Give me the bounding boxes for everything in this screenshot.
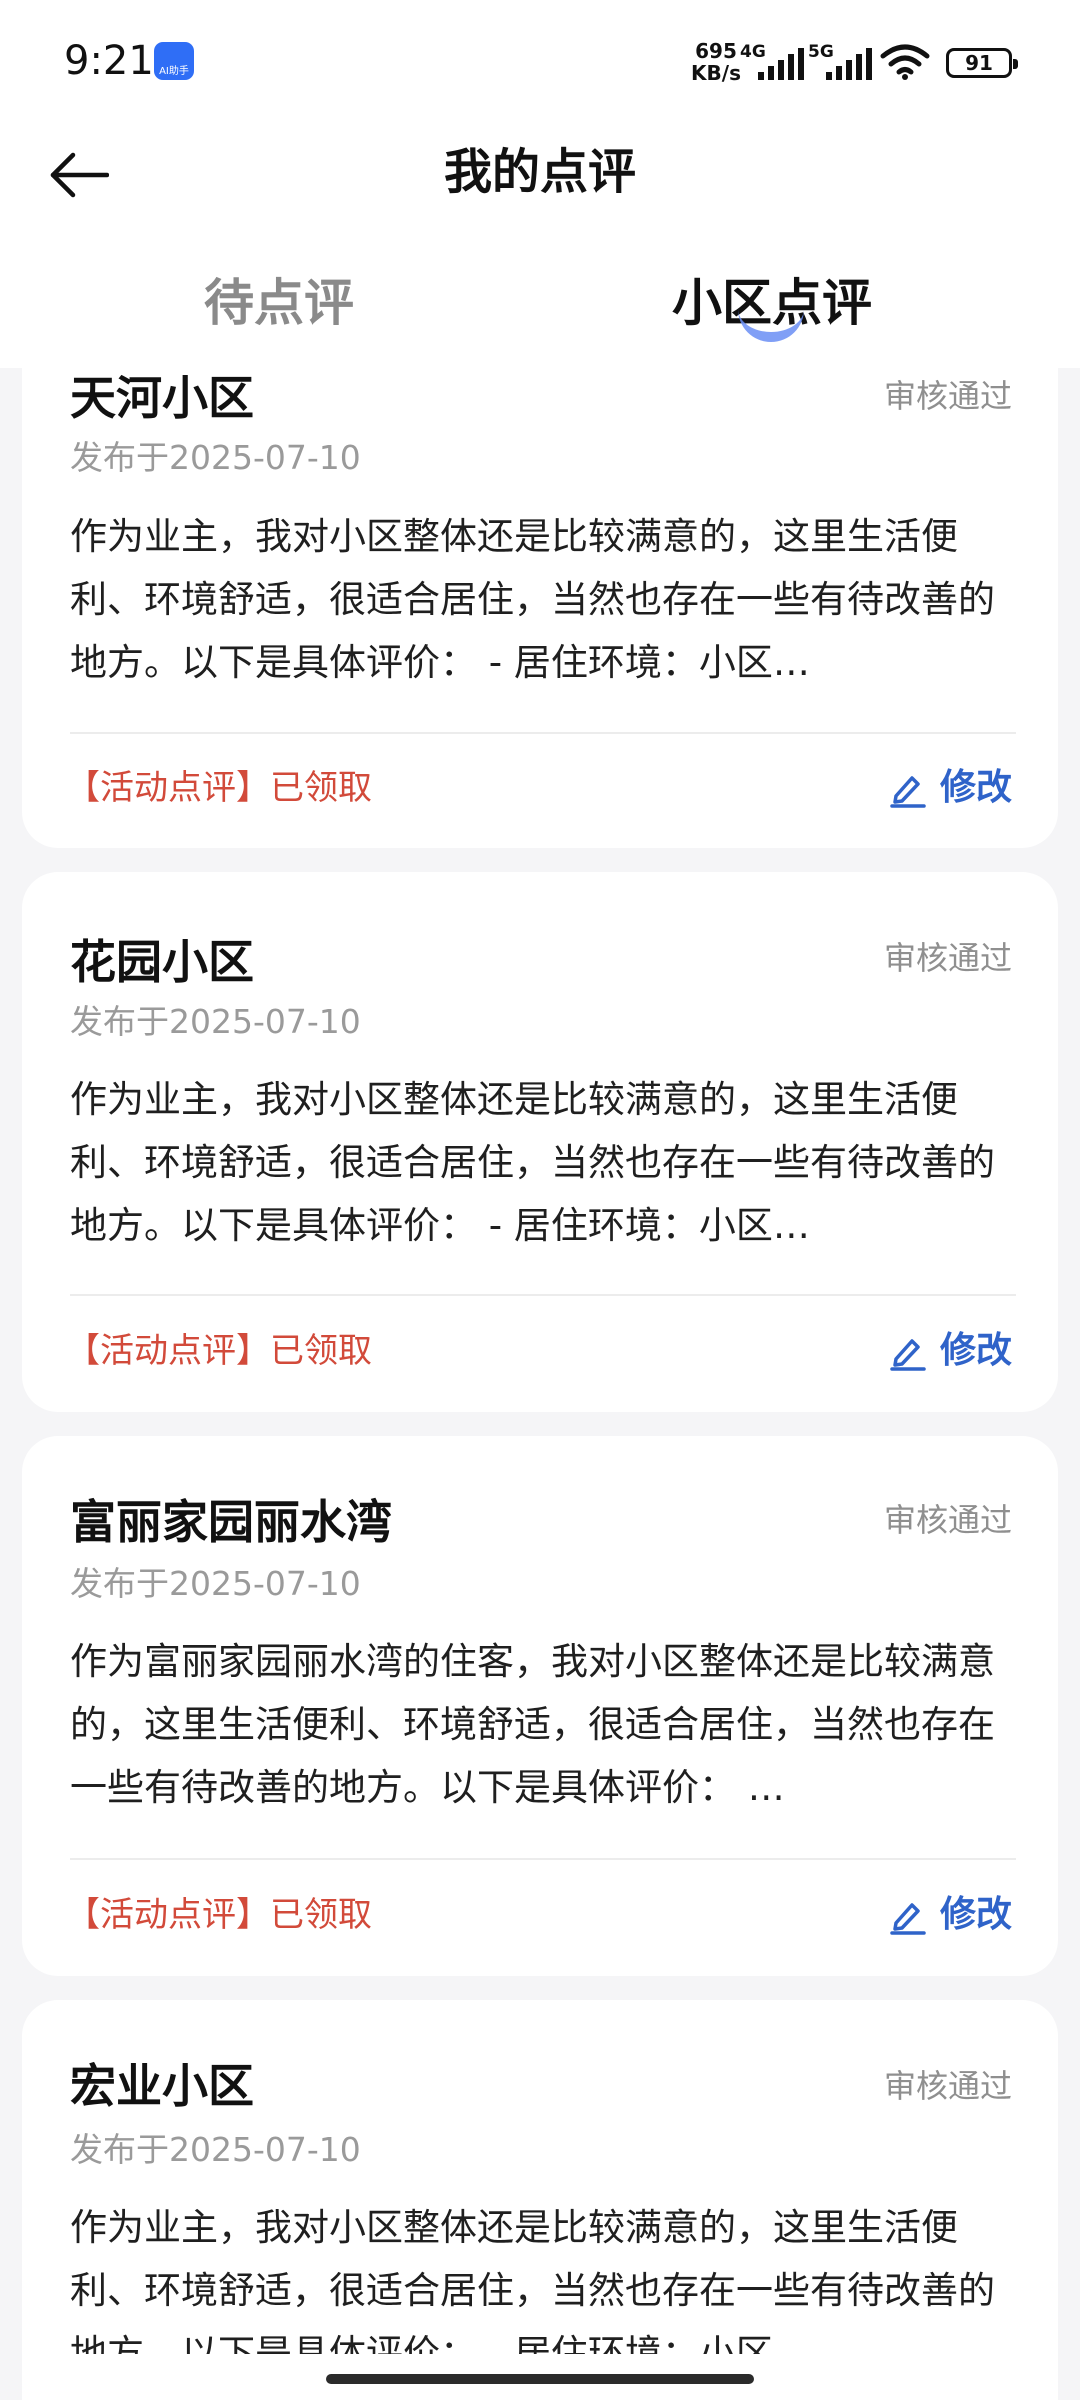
status-bar: 9:21 AI助手 695 KB/s 4G 5G 91 xyxy=(0,0,1080,120)
review-card[interactable]: 富丽家园丽水湾 审核通过 发布于2025-07-10 作为富丽家园丽水湾的住客，… xyxy=(22,1436,1058,1976)
publish-date: 发布于2025-07-10 xyxy=(70,1002,361,1041)
edit-label: 修改 xyxy=(939,767,1012,808)
status-time: 9:21 xyxy=(64,38,154,84)
network-speed-value: 695 xyxy=(695,39,737,63)
signal-5g-icon: 5G xyxy=(808,42,872,82)
battery-level: 91 xyxy=(965,51,993,75)
assistant-app-icon: AI助手 xyxy=(154,42,194,80)
activity-tag: 【活动点评】已领取 xyxy=(66,768,372,808)
divider xyxy=(70,1294,1016,1296)
page-title: 我的点评 xyxy=(443,144,636,200)
status-badge: 审核通过 xyxy=(883,939,1012,977)
wifi-icon xyxy=(880,44,930,80)
edit-icon xyxy=(890,1339,926,1371)
signal-4g-icon: 4G xyxy=(740,42,804,82)
edit-label: 修改 xyxy=(939,1330,1012,1371)
top-bar: 9:21 AI助手 695 KB/s 4G 5G 91 我的点评 待点评 小区点… xyxy=(0,0,1080,368)
publish-date: 发布于2025-07-10 xyxy=(70,438,361,477)
status-badge: 审核通过 xyxy=(883,377,1012,415)
divider xyxy=(70,732,1016,734)
edit-icon xyxy=(890,1903,926,1935)
network-speed-unit: KB/s xyxy=(691,61,741,85)
edit-icon xyxy=(890,776,926,808)
edit-button[interactable]: 修改 xyxy=(888,1327,1012,1375)
home-indicator[interactable] xyxy=(326,2374,754,2384)
community-name: 宏业小区 xyxy=(70,2059,254,2113)
review-text: 作为业主，我对小区整体还是比较满意的，这里生活便利、环境舒适，很适合居住，当然也… xyxy=(70,2206,995,2354)
battery-icon: 91 xyxy=(946,48,1018,78)
review-card[interactable]: 宏业小区 审核通过 发布于2025-07-10 作为业主，我对小区整体还是比较满… xyxy=(22,2000,1058,2400)
edit-button[interactable]: 修改 xyxy=(888,1891,1012,1939)
edit-button[interactable]: 修改 xyxy=(888,764,1012,812)
review-card[interactable]: 花园小区 审核通过 发布于2025-07-10 作为业主，我对小区整体还是比较满… xyxy=(22,872,1058,1412)
tab-pending-reviews[interactable]: 待点评 xyxy=(204,268,354,338)
edit-label: 修改 xyxy=(939,1894,1012,1935)
review-text: 作为业主，我对小区整体还是比较满意的，这里生活便利、环境舒适，很适合居住，当然也… xyxy=(70,1078,995,1247)
divider xyxy=(70,1858,1016,1860)
community-name: 花园小区 xyxy=(70,935,254,989)
review-card[interactable]: 天河小区 审核通过 发布于2025-07-10 作为业主，我对小区整体还是比较满… xyxy=(22,300,1058,848)
activity-tag: 【活动点评】已领取 xyxy=(66,1331,372,1371)
publish-date: 发布于2025-07-10 xyxy=(70,2130,361,2169)
publish-date: 发布于2025-07-10 xyxy=(70,1564,361,1603)
activity-tag: 【活动点评】已领取 xyxy=(66,1895,372,1935)
community-name: 富丽家园丽水湾 xyxy=(70,1495,392,1549)
network-speed: 695 KB/s xyxy=(686,40,746,84)
review-text: 作为业主，我对小区整体还是比较满意的，这里生活便利、环境舒适，很适合居住，当然也… xyxy=(70,515,995,684)
status-badge: 审核通过 xyxy=(883,2067,1012,2105)
status-badge: 审核通过 xyxy=(883,1501,1012,1539)
community-name: 天河小区 xyxy=(70,371,254,425)
review-text: 作为富丽家园丽水湾的住客，我对小区整体还是比较满意的，这里生活便利、环境舒适，很… xyxy=(70,1640,995,1809)
